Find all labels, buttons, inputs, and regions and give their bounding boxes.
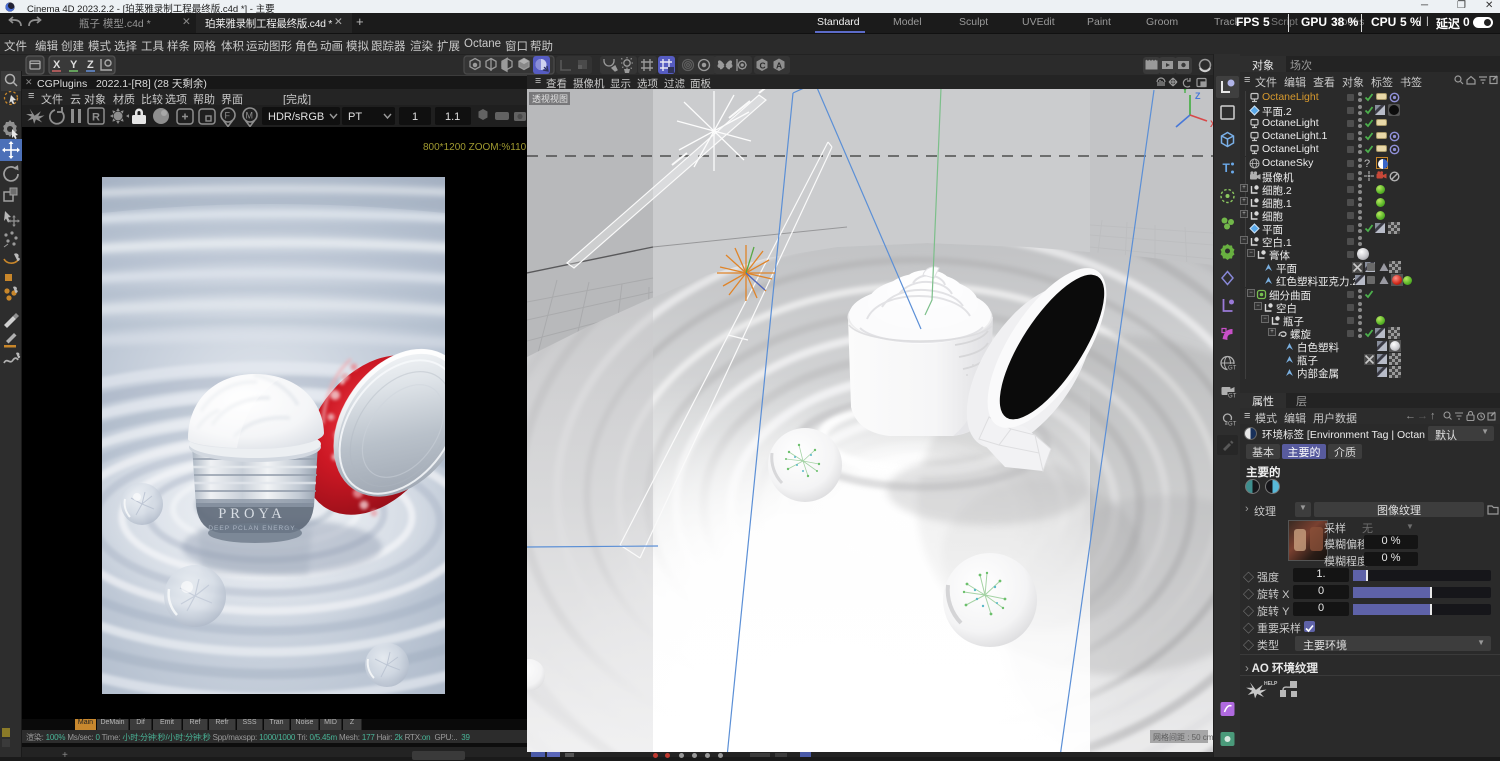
svg-text:GT: GT [1228,394,1237,400]
svg-text:A: A [776,61,782,71]
svg-text:GT: GT [1228,422,1237,428]
svg-text:R: R [92,112,100,124]
svg-text:X: X [53,59,61,71]
svg-text:1.1: 1.1 [445,111,460,123]
svg-text:PT: PT [348,111,362,123]
svg-text:Y: Y [1182,89,1188,95]
svg-text:1: 1 [412,111,418,123]
svg-text:Z: Z [87,59,94,71]
svg-text:Y: Y [70,59,78,71]
svg-text:C: C [760,61,766,71]
svg-text:透视视图: 透视视图 [532,93,568,104]
svg-text:网格间距 : 50 cm: 网格间距 : 50 cm [1153,732,1213,742]
svg-text:F: F [225,111,231,121]
svg-text:Z: Z [1195,91,1201,101]
svg-text:T: T [1223,161,1231,175]
svg-text:PROYA: PROYA [218,506,286,522]
svg-text:M: M [246,111,254,121]
svg-text:GT: GT [1228,366,1237,372]
svg-text:HDR/sRGB: HDR/sRGB [268,111,324,123]
svg-text:DEEP PCLAN ENERGY: DEEP PCLAN ENERGY [208,525,295,532]
svg-text:HELP: HELP [1264,681,1278,687]
